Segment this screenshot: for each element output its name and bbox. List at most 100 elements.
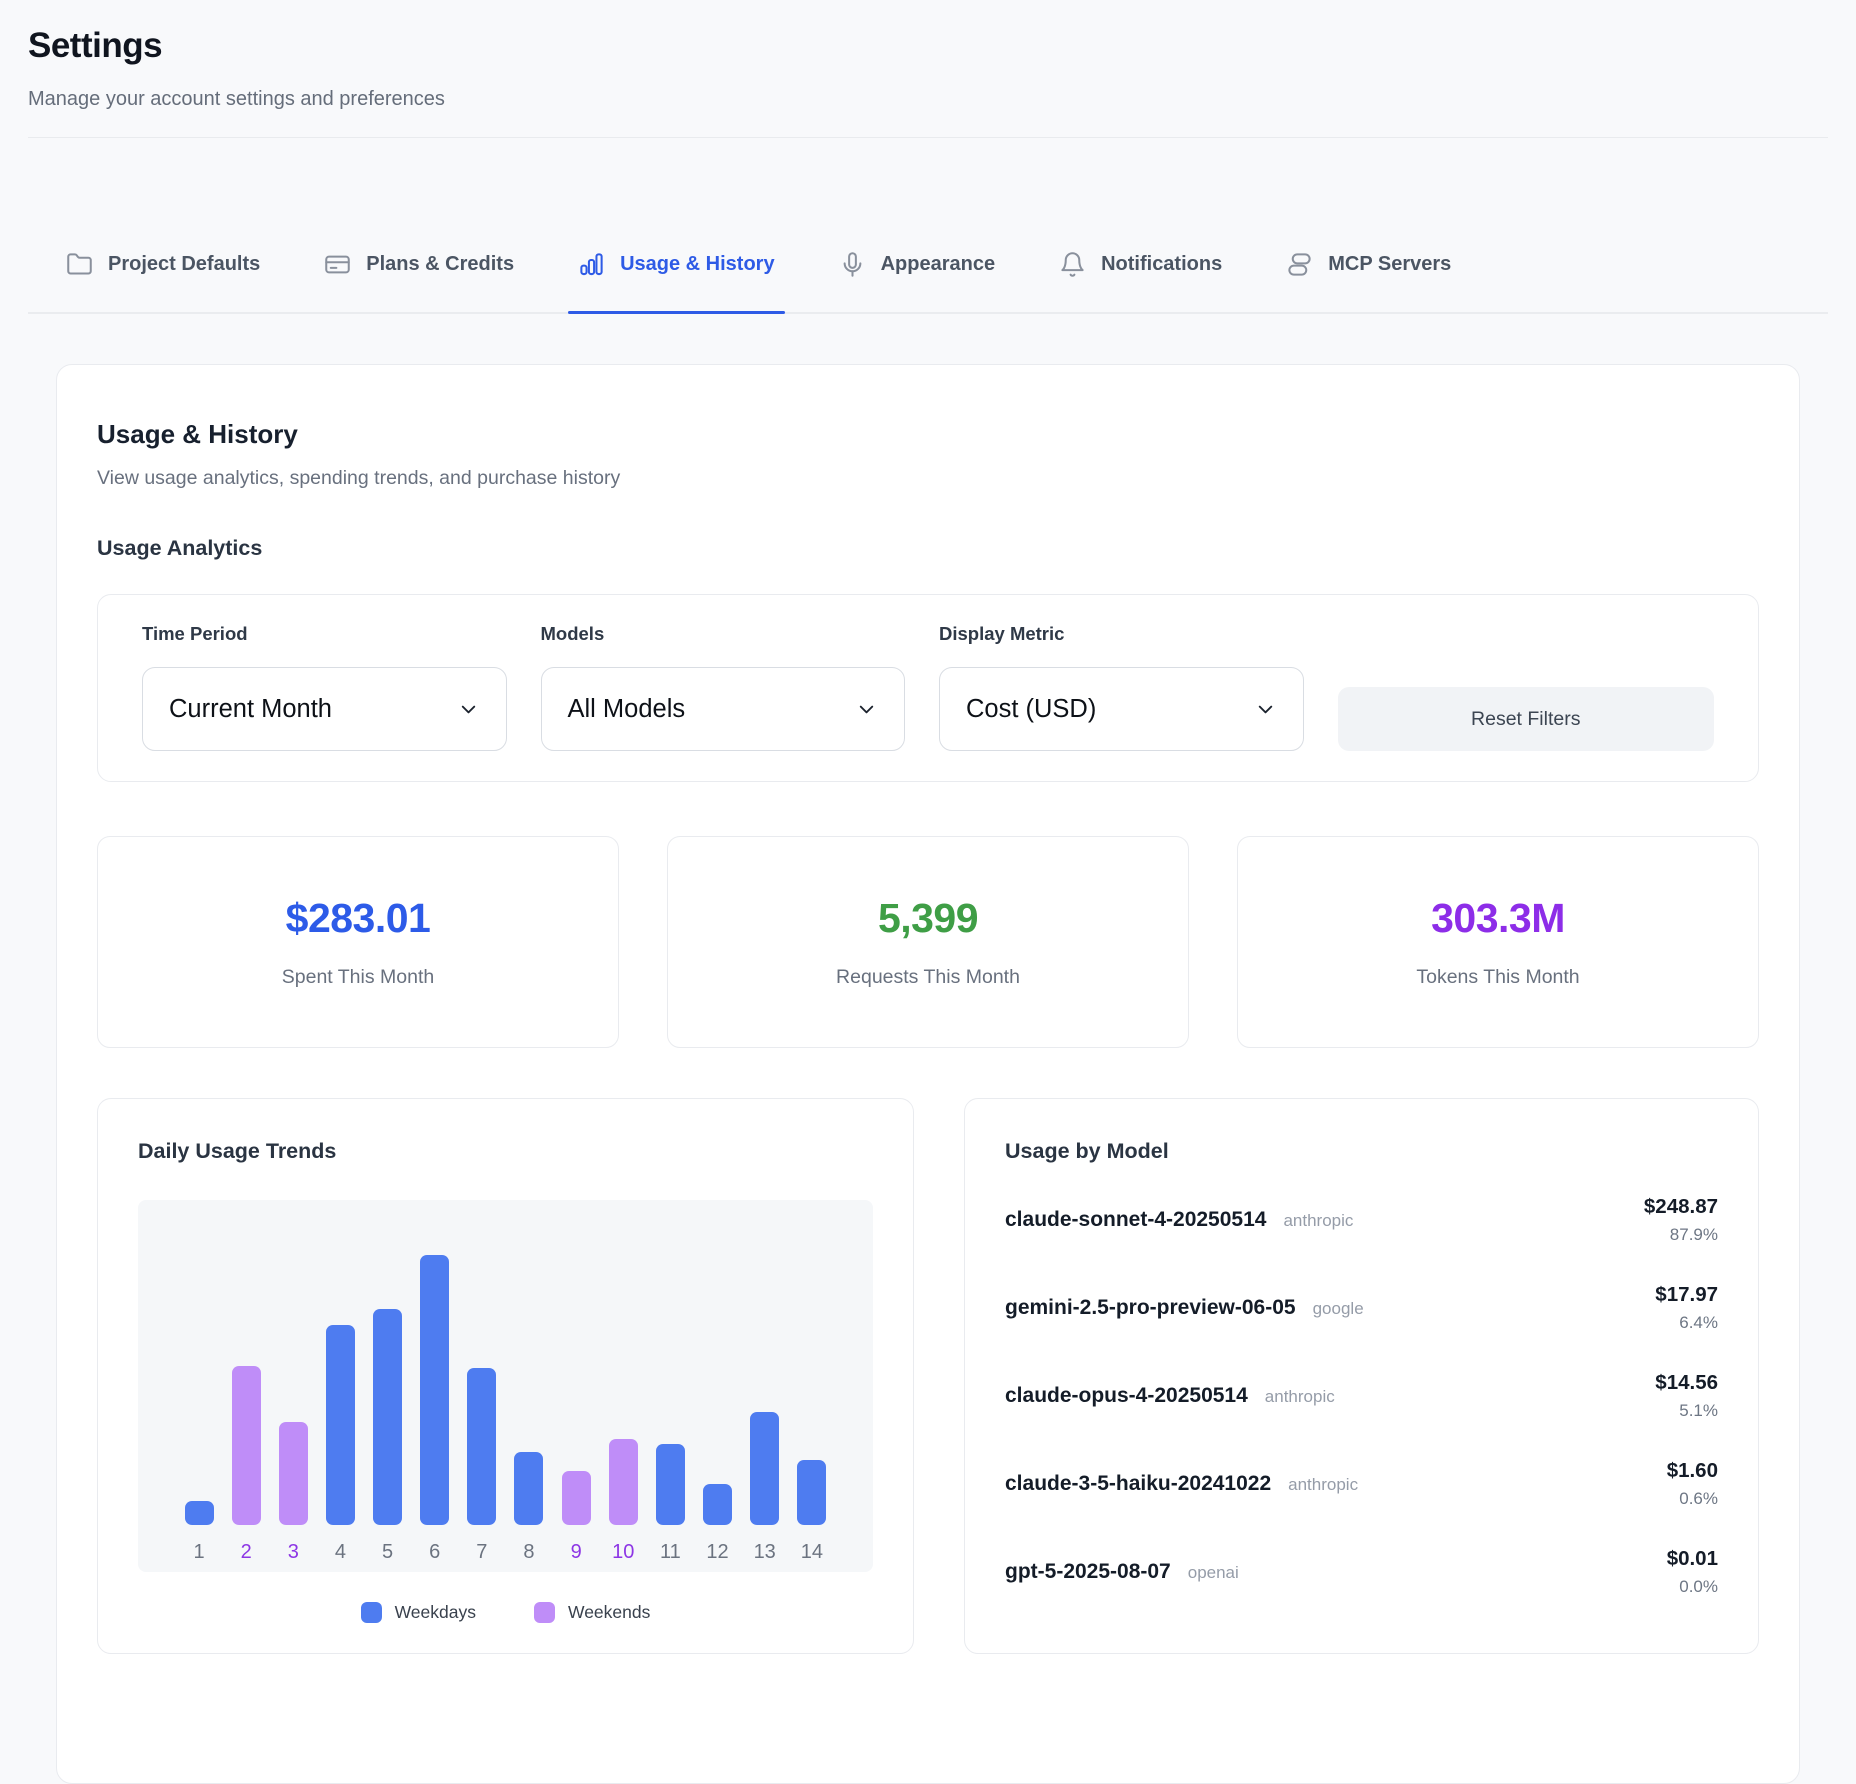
model-info: gemini-2.5-pro-preview-06-05 google	[1005, 1296, 1364, 1320]
model-provider: anthropic	[1283, 1211, 1353, 1231]
x-axis-label: 1	[193, 1540, 204, 1564]
model-info: claude-3-5-haiku-20241022anthropic	[1005, 1472, 1358, 1496]
model-info: gpt-5-2025-08-07openai	[1005, 1560, 1239, 1584]
bar-column-day-13: 13	[750, 1412, 780, 1564]
usage-bar	[703, 1484, 732, 1525]
stat-value: 303.3M	[1431, 895, 1565, 942]
microphone-icon	[839, 251, 866, 278]
tab-notifications[interactable]: Notifications	[1059, 251, 1222, 312]
chart-title: Daily Usage Trends	[138, 1139, 873, 1164]
x-axis-label: 5	[382, 1540, 393, 1564]
chevron-down-icon	[457, 698, 480, 721]
usage-bar	[750, 1412, 779, 1525]
filter-field-display-metric: Display MetricCost (USD)	[939, 623, 1304, 751]
model-row-claude-3-5-haiku-20241022: claude-3-5-haiku-20241022anthropic$1.600…	[1005, 1440, 1718, 1528]
tab-appearance[interactable]: Appearance	[839, 251, 996, 312]
legend-label: Weekends	[568, 1602, 650, 1623]
bar-column-day-10: 10	[608, 1439, 638, 1564]
tab-plans-credits[interactable]: Plans & Credits	[324, 251, 514, 312]
bar-column-day-2: 2	[231, 1366, 261, 1564]
model-provider: google	[1313, 1299, 1364, 1319]
stat-label: Spent This Month	[282, 966, 434, 989]
chart-plot: 1234567891011121314	[138, 1200, 873, 1572]
folder-icon	[66, 251, 93, 278]
bar-column-day-9: 9	[561, 1471, 591, 1564]
bar-column-day-8: 8	[514, 1452, 544, 1564]
legend-swatch	[361, 1602, 382, 1623]
usage-bar	[420, 1255, 449, 1525]
bar-column-day-11: 11	[655, 1444, 685, 1564]
select-time-period[interactable]: Current Month	[142, 667, 507, 751]
page-header: Settings Manage your account settings an…	[0, 0, 1856, 138]
model-percent: 0.6%	[1667, 1489, 1718, 1509]
usage-analytics-heading: Usage Analytics	[97, 536, 1759, 561]
model-cost: $248.87 87.9%	[1644, 1195, 1718, 1245]
credit-card-icon	[324, 251, 351, 278]
usage-bar	[232, 1366, 261, 1525]
model-name: gemini-2.5-pro-preview-06-05	[1005, 1296, 1296, 1320]
usage-by-model-panel: Usage by Model claude-sonnet-4-20250514a…	[964, 1098, 1759, 1654]
x-axis-label: 14	[801, 1540, 823, 1564]
model-percent: 6.4%	[1655, 1313, 1718, 1333]
model-percent: 87.9%	[1644, 1225, 1718, 1245]
tab-project-defaults[interactable]: Project Defaults	[66, 251, 260, 312]
stats-row: $283.01Spent This Month5,399Requests Thi…	[97, 836, 1759, 1048]
model-amount: $0.01	[1667, 1547, 1718, 1571]
x-axis-label: 4	[335, 1540, 346, 1564]
filter-label: Models	[541, 623, 906, 645]
model-cost: $17.976.4%	[1655, 1283, 1718, 1333]
bar-column-day-6: 6	[420, 1255, 450, 1564]
model-provider: anthropic	[1265, 1387, 1335, 1407]
reset-filters-button[interactable]: Reset Filters	[1338, 687, 1715, 751]
bar-column-day-7: 7	[467, 1368, 497, 1564]
tab-label: Appearance	[881, 253, 996, 276]
x-axis-label: 2	[241, 1540, 252, 1564]
tab-label: MCP Servers	[1328, 253, 1451, 276]
model-provider: anthropic	[1288, 1475, 1358, 1495]
bar-column-day-4: 4	[325, 1325, 355, 1564]
select-models[interactable]: All Models	[541, 667, 906, 751]
select-display-metric[interactable]: Cost (USD)	[939, 667, 1304, 751]
x-axis-label: 12	[706, 1540, 728, 1564]
model-row-gemini-2-5-pro-preview-06-05: gemini-2.5-pro-preview-06-05 google $17.97…	[1005, 1264, 1718, 1352]
usage-bar	[373, 1309, 402, 1525]
model-name: claude-sonnet-4-20250514	[1005, 1208, 1266, 1232]
section-title: Usage & History	[97, 419, 1759, 450]
filter-label: Time Period	[142, 623, 507, 645]
model-name: gpt-5-2025-08-07	[1005, 1560, 1171, 1584]
select-value: All Models	[568, 695, 686, 724]
usage-bar	[797, 1460, 826, 1525]
model-cost: $0.01 0.0%	[1667, 1547, 1718, 1597]
bar-column-day-1: 1	[184, 1501, 214, 1564]
usage-bar	[609, 1439, 638, 1525]
legend-item-weekends: Weekends	[534, 1602, 650, 1623]
stat-label: Tokens This Month	[1416, 966, 1579, 989]
tab-usage-history[interactable]: Usage & History	[578, 251, 775, 312]
tab-mcp-servers[interactable]: MCP Servers	[1286, 251, 1451, 312]
x-axis-label: 3	[288, 1540, 299, 1564]
page-title: Settings	[28, 26, 1828, 66]
model-amount: $14.56	[1655, 1371, 1718, 1395]
model-percent: 0.0%	[1667, 1577, 1718, 1597]
bar-column-day-14: 14	[797, 1460, 827, 1564]
model-row-gpt-5-2025-08-07: gpt-5-2025-08-07openai $0.01 0.0%	[1005, 1528, 1718, 1616]
select-value: Cost (USD)	[966, 695, 1096, 724]
panels-row: Daily Usage Trends 1234567891011121314 W…	[97, 1098, 1759, 1654]
model-amount: $248.87	[1644, 1195, 1718, 1219]
bar-chart-icon	[578, 251, 605, 278]
usage-bar	[467, 1368, 496, 1525]
page-subtitle: Manage your account settings and prefere…	[28, 88, 1828, 111]
model-info: claude-opus-4-20250514anthropic	[1005, 1384, 1335, 1408]
bell-icon	[1059, 251, 1086, 278]
stat-label: Requests This Month	[836, 966, 1020, 989]
bar-column-day-5: 5	[373, 1309, 403, 1564]
usage-bar	[279, 1422, 308, 1525]
x-axis-label: 6	[429, 1540, 440, 1564]
usage-bar	[562, 1471, 591, 1525]
server-stack-icon	[1286, 251, 1313, 278]
legend-label: Weekdays	[395, 1602, 476, 1623]
legend-swatch	[534, 1602, 555, 1623]
model-cost: $14.565.1%	[1655, 1371, 1718, 1421]
usage-bar	[326, 1325, 355, 1525]
usage-bar	[514, 1452, 543, 1525]
